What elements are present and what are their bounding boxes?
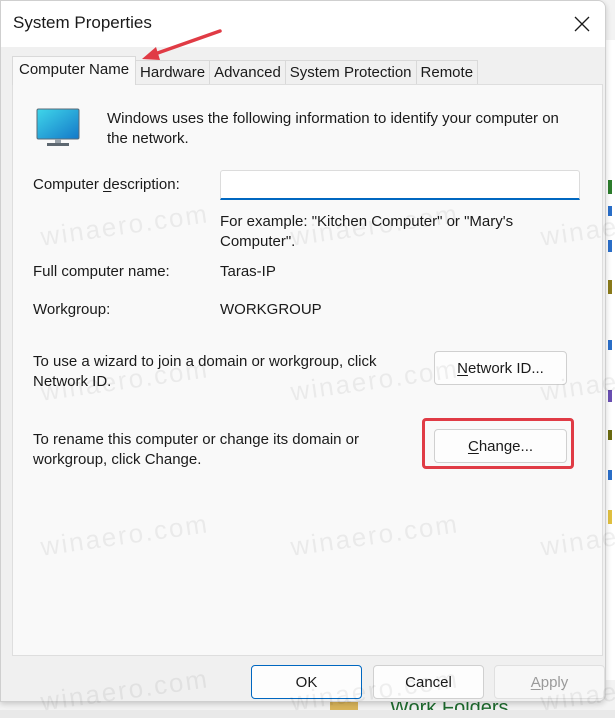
example-hint: For example: "Kitchen Computer" or "Mary… bbox=[220, 213, 514, 250]
accelerator-key: A bbox=[530, 673, 541, 691]
tab-system-protection[interactable]: System Protection bbox=[285, 60, 417, 85]
workgroup-label: Workgroup: bbox=[33, 301, 111, 318]
tab-hardware[interactable]: Hardware bbox=[136, 60, 211, 85]
accelerator-key: N bbox=[457, 359, 468, 377]
system-properties-dialog: System Properties Computer Name Hardware… bbox=[0, 0, 606, 702]
workgroup-value: WORKGROUP bbox=[220, 301, 322, 318]
label-part: escription: bbox=[111, 176, 180, 193]
title-bar: System Properties bbox=[1, 1, 605, 47]
full-computer-name-label: Full computer name: bbox=[33, 263, 170, 280]
network-id-button[interactable]: Network ID... bbox=[434, 351, 567, 385]
close-icon bbox=[574, 16, 590, 32]
tab-strip: Computer Name Hardware Advanced System P… bbox=[12, 56, 479, 85]
computer-description-input[interactable] bbox=[220, 170, 580, 200]
monitor-icon bbox=[36, 108, 80, 146]
computer-description-label: Computer description: bbox=[33, 176, 180, 193]
full-computer-name-value: Taras-IP bbox=[220, 263, 276, 280]
tab-remote[interactable]: Remote bbox=[416, 60, 479, 85]
button-label: pply bbox=[540, 673, 569, 691]
tab-computer-name[interactable]: Computer Name bbox=[12, 56, 137, 85]
network-id-description: To use a wizard to join a domain or work… bbox=[33, 353, 377, 390]
intro-text: Windows uses the following information t… bbox=[107, 110, 559, 147]
change-description: To rename this computer or change its do… bbox=[33, 431, 359, 468]
ok-button[interactable]: OK bbox=[251, 665, 362, 699]
button-label: etwork ID... bbox=[467, 359, 544, 377]
tab-advanced[interactable]: Advanced bbox=[210, 60, 286, 85]
window-title: System Properties bbox=[13, 13, 152, 32]
label-part: Computer bbox=[33, 176, 104, 193]
button-label: hange... bbox=[478, 437, 534, 455]
close-button[interactable] bbox=[559, 1, 605, 47]
apply-button[interactable]: Apply bbox=[494, 665, 605, 699]
computer-name-panel: Windows uses the following information t… bbox=[12, 84, 603, 656]
cancel-button[interactable]: Cancel bbox=[373, 665, 484, 699]
accelerator-key: C bbox=[467, 437, 479, 455]
change-button[interactable]: Change... bbox=[434, 429, 567, 463]
